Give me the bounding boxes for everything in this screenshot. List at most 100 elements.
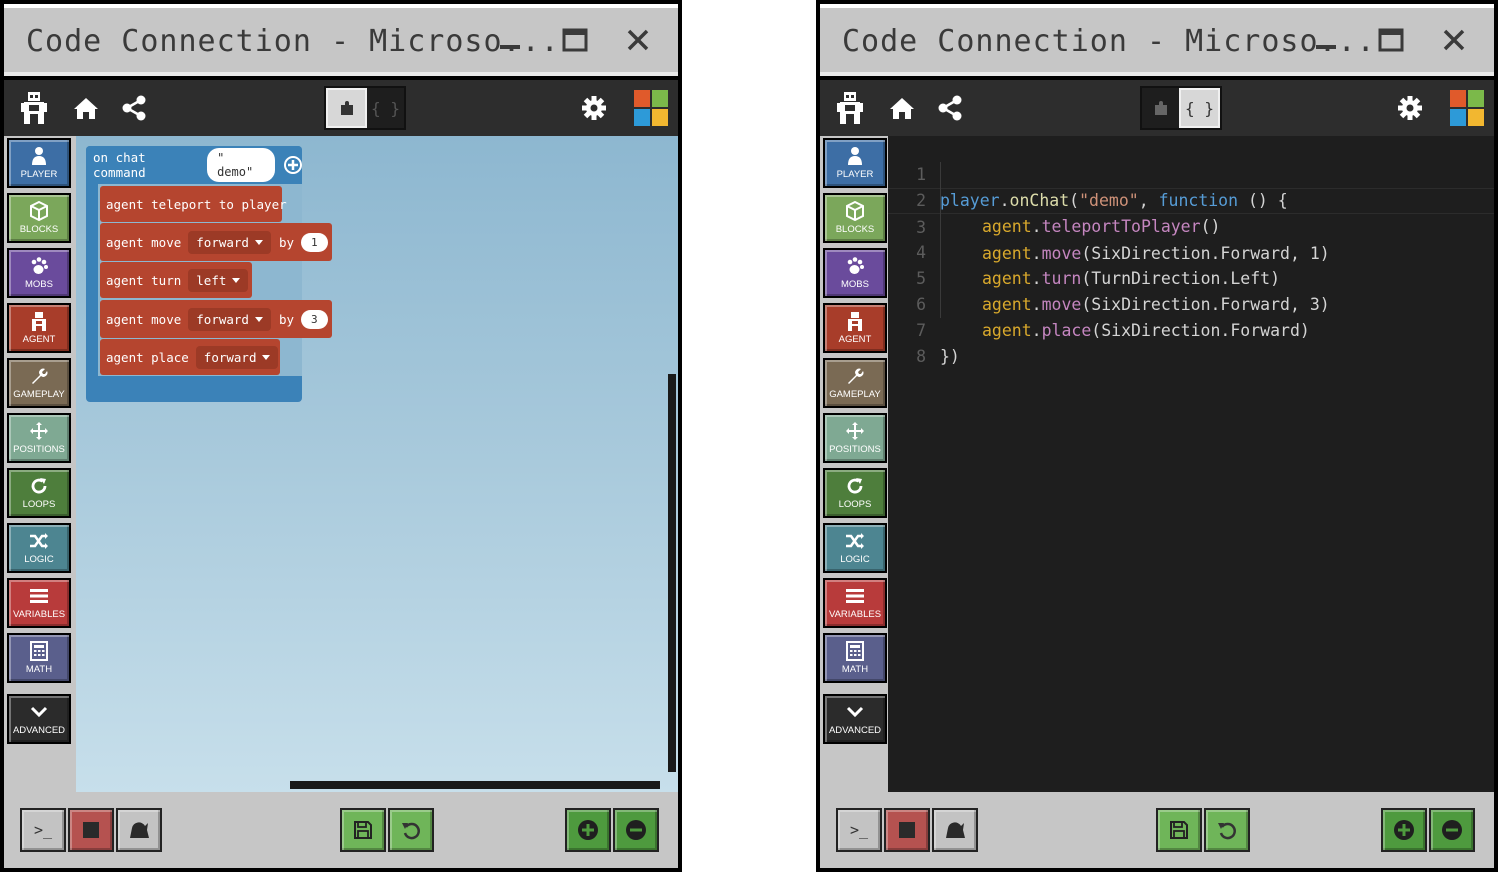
category-blocks[interactable]: BLOCKS xyxy=(7,193,71,243)
category-mobs[interactable]: MOBS xyxy=(823,248,887,298)
block-label: agent move xyxy=(106,311,182,327)
gear-icon[interactable] xyxy=(1392,90,1428,126)
category-agent[interactable]: AGENT xyxy=(823,303,887,353)
zoom-out-button[interactable] xyxy=(1429,808,1475,852)
home-icon[interactable] xyxy=(68,90,104,126)
category-positions[interactable]: POSITIONS xyxy=(7,413,71,463)
category-loops[interactable]: LOOPS xyxy=(7,468,71,518)
zoom-out-button[interactable] xyxy=(613,808,659,852)
agent-place-block[interactable]: agent place forward xyxy=(100,339,280,375)
code-line: 1 player.onChat("demo", function () { xyxy=(888,136,1494,210)
category-label: AGENT xyxy=(22,334,56,345)
hat-label: on chat command xyxy=(93,150,146,180)
console-button[interactable]: >_ xyxy=(20,808,66,852)
snail-icon xyxy=(130,822,149,838)
category-gameplay[interactable]: GAMEPLAY xyxy=(823,358,887,408)
direction-dropdown[interactable]: forward xyxy=(188,307,271,331)
close-button[interactable] xyxy=(1434,20,1474,60)
maximize-button[interactable] xyxy=(555,20,595,60)
category-blocks[interactable]: BLOCKS xyxy=(823,193,887,243)
command-name-field[interactable]: " demo" xyxy=(207,148,276,182)
undo-button[interactable] xyxy=(1204,808,1250,852)
category-variables[interactable]: VARIABLES xyxy=(823,578,887,628)
steps-input[interactable]: 1 xyxy=(301,232,328,252)
blocks-workspace[interactable]: on chat command " demo" agent teleport t… xyxy=(76,136,678,792)
undo-button[interactable] xyxy=(388,808,434,852)
category-logic[interactable]: LOGIC xyxy=(7,523,71,573)
share-icon[interactable] xyxy=(116,90,152,126)
category-mobs[interactable]: MOBS xyxy=(7,248,71,298)
category-player[interactable]: PLAYER xyxy=(823,138,887,188)
code-view-button[interactable]: { } xyxy=(1179,88,1220,128)
save-button[interactable] xyxy=(1156,808,1202,852)
category-math[interactable]: MATH xyxy=(823,633,887,683)
loop-icon xyxy=(31,478,47,494)
toolbar: { } xyxy=(820,80,1494,136)
direction-dropdown[interactable]: forward xyxy=(188,230,271,254)
category-label: MATH xyxy=(25,664,53,675)
slow-mode-button[interactable] xyxy=(932,808,978,852)
stop-button[interactable] xyxy=(68,808,114,852)
on-chat-command-block[interactable]: on chat command " demo" xyxy=(86,146,302,184)
category-loops[interactable]: LOOPS xyxy=(823,468,887,518)
agent-move-block-1[interactable]: agent move forward by 1 xyxy=(100,223,332,261)
minimize-button[interactable] xyxy=(1306,20,1346,60)
console-button[interactable]: >_ xyxy=(836,808,882,852)
direction-dropdown[interactable]: forward xyxy=(195,345,279,369)
category-label: AGENT xyxy=(838,334,872,345)
microsoft-logo xyxy=(1450,90,1484,126)
category-positions[interactable]: POSITIONS xyxy=(823,413,887,463)
stop-button[interactable] xyxy=(884,808,930,852)
minimize-button[interactable] xyxy=(490,20,530,60)
stop-icon xyxy=(83,822,99,838)
blocks-view-button[interactable] xyxy=(326,88,367,128)
category-player[interactable]: PLAYER xyxy=(7,138,71,188)
category-math[interactable]: MATH xyxy=(7,633,71,683)
agent-icon xyxy=(848,312,862,331)
puzzle-icon xyxy=(340,101,353,115)
bottom-toolbar: >_ xyxy=(4,792,678,868)
category-variables[interactable]: VARIABLES xyxy=(7,578,71,628)
console-icon: >_ xyxy=(33,821,53,839)
slow-mode-button[interactable] xyxy=(116,808,162,852)
cube-icon xyxy=(30,201,48,221)
zoom-in-button[interactable] xyxy=(565,808,611,852)
agent-move-block-2[interactable]: agent move forward by 3 xyxy=(100,300,332,338)
agent-icon[interactable] xyxy=(16,90,52,126)
code-editor[interactable]: 1 player.onChat("demo", function () { 2 … xyxy=(888,136,1494,792)
undo-icon xyxy=(1218,822,1236,840)
zoom-in-button[interactable] xyxy=(1381,808,1427,852)
gear-icon[interactable] xyxy=(576,90,612,126)
bottom-toolbar: >_ xyxy=(820,792,1494,868)
block-label: by xyxy=(278,311,295,327)
turn-direction-dropdown[interactable]: left xyxy=(188,268,249,292)
snail-icon xyxy=(946,822,965,838)
blocks-view-button[interactable] xyxy=(1142,88,1179,128)
agent-icon[interactable] xyxy=(832,90,868,126)
category-agent[interactable]: AGENT xyxy=(7,303,71,353)
shuffle-icon xyxy=(30,533,48,549)
category-label: BLOCKS xyxy=(19,224,59,235)
code-view-button[interactable]: { } xyxy=(367,88,404,128)
block-label: by xyxy=(278,234,295,250)
block-label: agent move xyxy=(106,234,182,250)
category-gameplay[interactable]: GAMEPLAY xyxy=(7,358,71,408)
save-button[interactable] xyxy=(340,808,386,852)
share-icon[interactable] xyxy=(932,90,968,126)
category-advanced[interactable]: ADVANCED xyxy=(7,694,71,744)
agent-turn-block[interactable]: agent turn left xyxy=(100,262,252,298)
code-line-current: 3 agent.move(SixDirection.Forward, 1) xyxy=(888,188,1494,263)
paw-icon xyxy=(847,257,864,274)
home-icon[interactable] xyxy=(884,90,920,126)
close-button[interactable] xyxy=(618,20,658,60)
steps-input[interactable]: 3 xyxy=(301,309,328,329)
vertical-scrollbar[interactable] xyxy=(668,374,676,772)
category-logic[interactable]: LOGIC xyxy=(823,523,887,573)
add-parameter-icon[interactable] xyxy=(283,155,302,175)
category-advanced[interactable]: ADVANCED xyxy=(823,694,887,744)
category-label: MATH xyxy=(841,664,869,675)
horizontal-scrollbar[interactable] xyxy=(290,781,660,789)
maximize-button[interactable] xyxy=(1371,20,1411,60)
agent-teleport-block[interactable]: agent teleport to player xyxy=(100,186,287,222)
blocks-window: Code Connection - Microso... { } PLAYER … xyxy=(0,0,682,872)
